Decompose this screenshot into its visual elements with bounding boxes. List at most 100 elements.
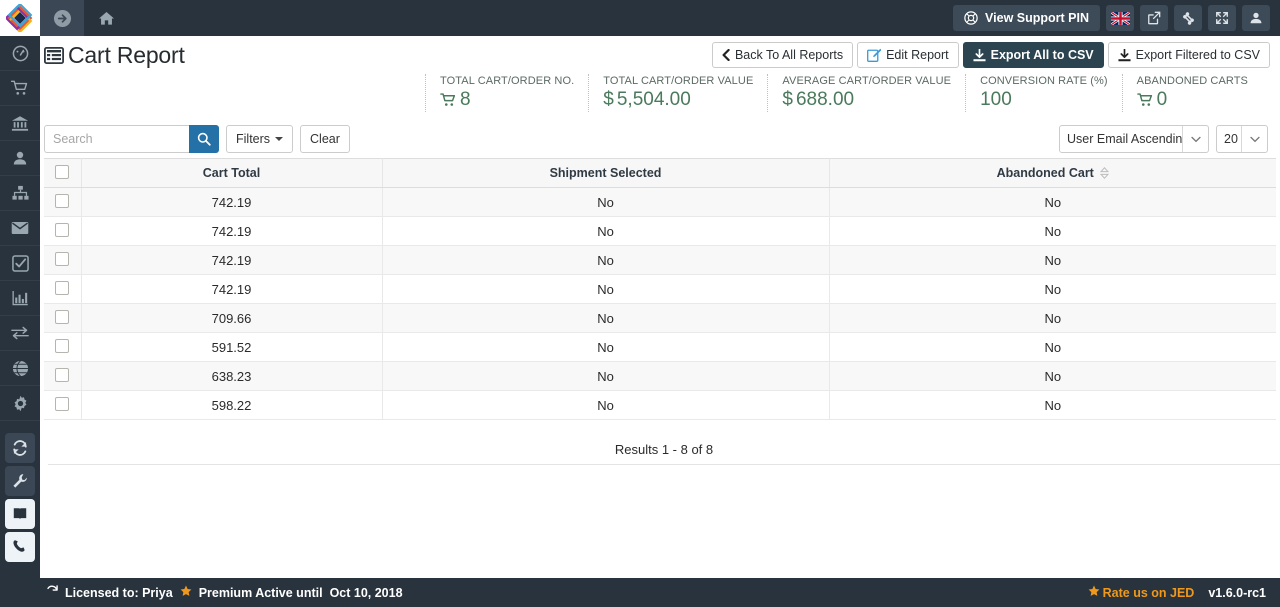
sidebar-item-dashboard[interactable] bbox=[0, 36, 40, 71]
table-row[interactable]: 638.23 No No bbox=[44, 361, 1276, 391]
back-to-all-reports-button[interactable]: Back To All Reports bbox=[711, 42, 854, 68]
fullscreen-button[interactable] bbox=[1208, 5, 1236, 31]
globe-icon bbox=[12, 360, 28, 376]
row-checkbox[interactable] bbox=[55, 309, 70, 324]
sort-order-value: User Email Ascending bbox=[1067, 132, 1182, 146]
cell-shipment-selected: No bbox=[382, 332, 830, 362]
forward-button[interactable] bbox=[40, 0, 84, 36]
stat-value: $ 5,504.00 bbox=[603, 88, 753, 112]
sidebar-item-tasks[interactable] bbox=[0, 246, 40, 281]
row-checkbox[interactable] bbox=[55, 222, 70, 237]
row-select-cell[interactable] bbox=[44, 245, 82, 275]
row-select-cell[interactable] bbox=[44, 332, 82, 362]
main-content: Cart Report Back To All Reports Edit Rep… bbox=[40, 36, 1280, 578]
user-icon bbox=[13, 151, 27, 165]
refresh-icon[interactable] bbox=[46, 584, 58, 601]
row-checkbox[interactable] bbox=[55, 251, 70, 266]
row-select-cell[interactable] bbox=[44, 187, 82, 217]
row-select-cell[interactable] bbox=[44, 390, 82, 420]
table-row[interactable]: 598.22 No No bbox=[44, 390, 1276, 420]
shopping-cart-icon bbox=[11, 80, 28, 95]
stat-number: 688.00 bbox=[795, 89, 855, 110]
table-row[interactable]: 742.19 No No bbox=[44, 274, 1276, 304]
sidebar-item-orders[interactable] bbox=[0, 71, 40, 106]
table-body: 742.19 No No 742.19 No No 742.19 No No 742.19 No No… bbox=[44, 187, 1276, 420]
rate-us-on-jed-link[interactable]: Rate us on JED bbox=[1088, 585, 1194, 600]
sidebar-item-transactions[interactable] bbox=[0, 316, 40, 351]
sidebar-item-languages[interactable] bbox=[0, 351, 40, 386]
sidebar-item-settings[interactable] bbox=[0, 386, 40, 421]
table-row[interactable]: 709.66 No No bbox=[44, 303, 1276, 333]
cell-cart-total: 709.66 bbox=[81, 303, 383, 333]
per-page-select[interactable]: 20 bbox=[1216, 125, 1268, 153]
table-row[interactable]: 742.19 No No bbox=[44, 187, 1276, 217]
sort-order-select[interactable]: User Email Ascending bbox=[1059, 125, 1209, 153]
row-checkbox[interactable] bbox=[55, 338, 70, 353]
report-actions: Back To All Reports Edit Report Export A… bbox=[711, 42, 1270, 68]
chevron-down-icon bbox=[1241, 126, 1267, 152]
sidebar-item-customers[interactable] bbox=[0, 141, 40, 176]
row-checkbox[interactable] bbox=[55, 367, 70, 382]
stat-value: 0 bbox=[1136, 88, 1248, 112]
column-header-shipment-selected[interactable]: Shipment Selected bbox=[382, 158, 830, 188]
row-select-cell[interactable] bbox=[44, 361, 82, 391]
stat-total-cart-order-value: TOTAL CART/ORDER VALUE $ 5,504.00 bbox=[588, 74, 767, 112]
star-icon bbox=[180, 585, 192, 600]
left-sidebar bbox=[0, 36, 40, 578]
row-checkbox[interactable] bbox=[55, 193, 70, 208]
app-logo[interactable] bbox=[0, 0, 40, 36]
cell-abandoned-cart: No bbox=[829, 303, 1276, 333]
stat-number: 5,504.00 bbox=[616, 89, 691, 110]
search-input[interactable] bbox=[44, 125, 189, 153]
search-button[interactable] bbox=[189, 125, 219, 153]
per-page-value: 20 bbox=[1224, 132, 1238, 146]
clear-button[interactable]: Clear bbox=[300, 125, 350, 153]
sitemap-icon bbox=[11, 185, 29, 200]
row-select-cell[interactable] bbox=[44, 303, 82, 333]
filters-dropdown-button[interactable]: Filters bbox=[226, 125, 294, 153]
sidebar-tool-support[interactable] bbox=[5, 532, 35, 562]
select-all-checkbox[interactable] bbox=[55, 164, 70, 179]
sidebar-item-messages[interactable] bbox=[0, 211, 40, 246]
cell-shipment-selected: No bbox=[382, 303, 830, 333]
column-header-abandoned-cart[interactable]: Abandoned Cart bbox=[829, 158, 1276, 188]
cell-shipment-selected: No bbox=[382, 187, 830, 217]
search-group bbox=[44, 125, 219, 153]
row-checkbox[interactable] bbox=[55, 280, 70, 295]
sidebar-item-payments[interactable] bbox=[0, 106, 40, 141]
table-row[interactable]: 742.19 No No bbox=[44, 245, 1276, 275]
row-select-cell[interactable] bbox=[44, 274, 82, 304]
edit-report-button[interactable]: Edit Report bbox=[857, 42, 959, 68]
dashboard-gauge-icon bbox=[12, 45, 28, 61]
sidebar-tool-documentation[interactable] bbox=[5, 499, 35, 529]
sidebar-tool-maintenance[interactable] bbox=[5, 466, 35, 496]
cell-shipment-selected: No bbox=[382, 245, 830, 275]
magnifier-icon bbox=[197, 132, 211, 146]
licensed-to-text: Licensed to: Priya bbox=[65, 585, 173, 600]
language-flag-button[interactable] bbox=[1106, 5, 1134, 31]
currency-symbol: $ bbox=[782, 89, 793, 110]
sidebar-tool-update[interactable] bbox=[5, 433, 35, 463]
row-checkbox[interactable] bbox=[55, 396, 70, 411]
column-header-cart-total[interactable]: Cart Total bbox=[81, 158, 383, 188]
sort-indicator-icon bbox=[1099, 167, 1109, 179]
stat-label: AVERAGE CART/ORDER VALUE bbox=[782, 75, 952, 87]
results-summary: Results 1 - 8 of 8 bbox=[48, 435, 1280, 465]
stat-average-cart-order-value: AVERAGE CART/ORDER VALUE $ 688.00 bbox=[767, 74, 965, 112]
select-all-header[interactable] bbox=[44, 158, 82, 188]
view-support-pin-button[interactable]: View Support PIN bbox=[953, 5, 1100, 31]
cell-shipment-selected: No bbox=[382, 274, 830, 304]
sidebar-item-reports[interactable] bbox=[0, 281, 40, 316]
table-row[interactable]: 742.19 No No bbox=[44, 216, 1276, 246]
user-menu-button[interactable] bbox=[1242, 5, 1270, 31]
export-filtered-csv-button[interactable]: Export Filtered to CSV bbox=[1107, 42, 1270, 68]
table-row[interactable]: 591.52 No No bbox=[44, 332, 1276, 362]
joomla-button[interactable] bbox=[1174, 5, 1202, 31]
open-site-button[interactable] bbox=[1140, 5, 1168, 31]
life-ring-icon bbox=[964, 11, 978, 25]
export-all-csv-button[interactable]: Export All to CSV bbox=[962, 42, 1104, 68]
cell-abandoned-cart: No bbox=[829, 361, 1276, 391]
sidebar-item-categories[interactable] bbox=[0, 176, 40, 211]
row-select-cell[interactable] bbox=[44, 216, 82, 246]
home-button[interactable] bbox=[84, 0, 128, 36]
